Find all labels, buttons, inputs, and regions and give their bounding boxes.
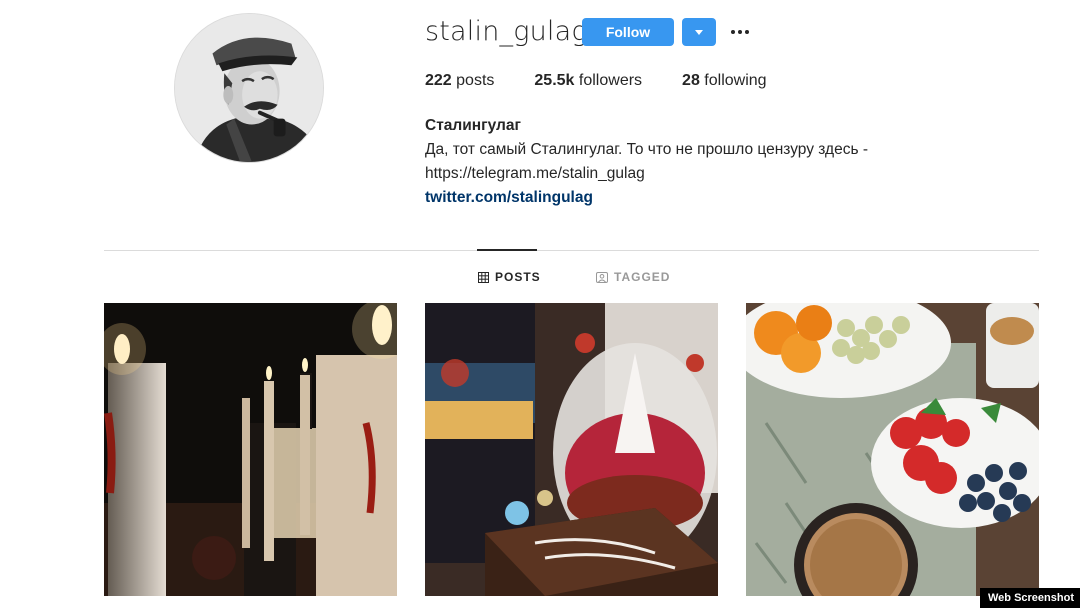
follow-button[interactable]: Follow xyxy=(582,18,674,46)
following-label: following xyxy=(704,72,767,89)
followers-stat[interactable]: 25.5k followers xyxy=(534,72,642,90)
following-count: 28 xyxy=(682,72,700,89)
wine-cake-photo xyxy=(425,303,718,596)
posts-count-stat: 222 posts xyxy=(425,72,494,90)
profile-full-name: Сталингулаг xyxy=(425,117,521,134)
more-options-button[interactable] xyxy=(728,20,752,44)
post-thumbnail[interactable] xyxy=(425,303,718,596)
bio-text: Да, тот самый Сталингулаг. То что не про… xyxy=(425,141,869,158)
tab-posts-label: POSTS xyxy=(495,270,541,284)
profile-bio: Сталингулаг Да, тот самый Сталингулаг. Т… xyxy=(425,114,945,210)
chevron-down-icon xyxy=(695,29,703,35)
active-tab-indicator xyxy=(477,249,537,251)
post-thumbnail[interactable] xyxy=(104,303,397,596)
tagged-icon xyxy=(596,271,608,283)
followers-label: followers xyxy=(578,72,643,89)
follow-options-button[interactable] xyxy=(682,18,716,46)
tab-tagged-label: TAGGED xyxy=(614,270,671,284)
tabs-divider xyxy=(104,250,1039,251)
external-link[interactable]: twitter.com/stalingulag xyxy=(425,186,945,210)
profile-avatar[interactable] xyxy=(174,13,324,163)
ellipsis-icon xyxy=(731,30,749,34)
watermark: Web Screenshot xyxy=(980,588,1080,608)
followers-count: 25.5k xyxy=(534,72,575,89)
tab-tagged[interactable]: TAGGED xyxy=(596,270,670,284)
profile-photo xyxy=(175,14,323,162)
profile-username: stalin_gulag xyxy=(425,16,588,47)
bio-telegram-link[interactable]: https://telegram.me/stalin_gulag xyxy=(425,162,945,186)
grid-icon xyxy=(478,271,489,283)
fruit-coffee-photo xyxy=(746,303,1039,596)
post-thumbnail[interactable] xyxy=(746,303,1039,596)
following-stat[interactable]: 28 following xyxy=(682,72,767,90)
profile-stats: 222 posts 25.5k followers 28 following xyxy=(425,72,807,90)
candles-photo xyxy=(104,303,397,596)
tab-posts[interactable]: POSTS xyxy=(478,270,541,284)
posts-count: 222 xyxy=(425,72,452,89)
posts-label: posts xyxy=(456,72,495,89)
